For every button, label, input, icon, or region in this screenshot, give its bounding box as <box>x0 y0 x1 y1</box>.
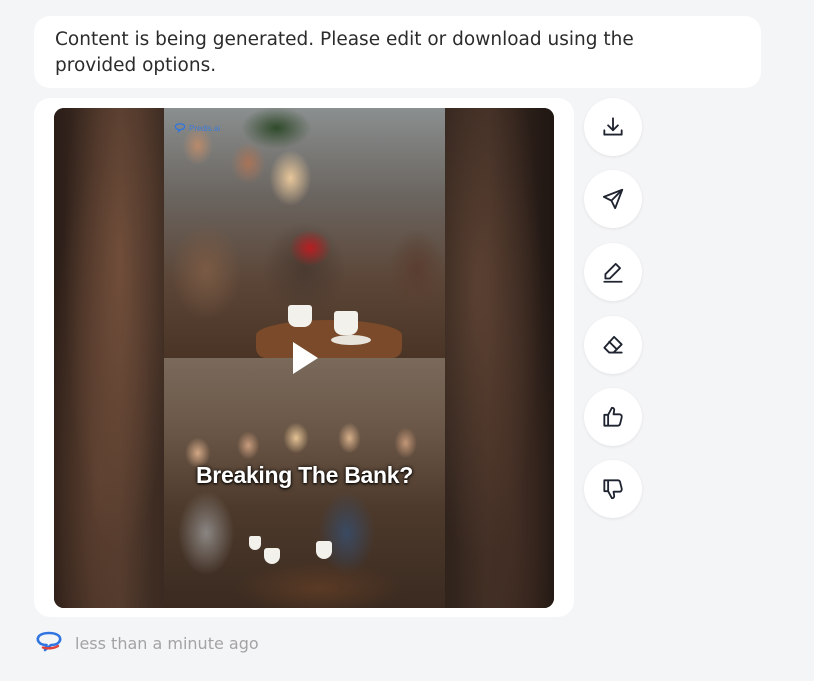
media-card: Predis.ai Breaking The Bank? <box>34 98 574 617</box>
cafe-table <box>256 320 402 358</box>
teapot <box>249 536 261 550</box>
coffee-cup <box>316 541 332 559</box>
erase-button[interactable] <box>584 316 642 374</box>
message-meta: less than a minute ago <box>34 628 259 658</box>
video-player[interactable]: Predis.ai Breaking The Bank? <box>54 108 554 608</box>
pencil-icon <box>603 262 623 283</box>
coffee-cup <box>264 548 280 564</box>
eraser-icon <box>603 335 623 354</box>
coffee-cup <box>334 311 358 335</box>
brand-logo-text: Predis.ai <box>189 124 221 133</box>
download-icon <box>603 117 623 136</box>
coffee-cup <box>288 305 312 327</box>
video-blur-left <box>54 108 164 608</box>
edit-button[interactable] <box>584 243 642 301</box>
play-icon <box>293 342 318 374</box>
thumbs-down-button[interactable] <box>584 460 642 518</box>
assistant-avatar-icon <box>36 631 62 652</box>
message-timestamp: less than a minute ago <box>75 633 259 653</box>
send-button[interactable] <box>584 170 642 228</box>
predis-logo-icon <box>174 123 186 134</box>
thumbs-down-icon <box>603 479 623 500</box>
thumbs-up-icon <box>603 406 623 427</box>
status-message: Content is being generated. Please edit … <box>34 16 761 88</box>
status-message-text: Content is being generated. Please edit … <box>55 29 634 76</box>
thumbs-up-button[interactable] <box>584 388 642 446</box>
play-button[interactable] <box>284 336 324 380</box>
video-caption: Breaking The Bank? <box>196 462 413 488</box>
video-blur-right <box>444 108 554 608</box>
brand-logo: Predis.ai <box>174 123 220 134</box>
download-button[interactable] <box>584 98 642 156</box>
paper-plane-icon <box>602 188 624 210</box>
